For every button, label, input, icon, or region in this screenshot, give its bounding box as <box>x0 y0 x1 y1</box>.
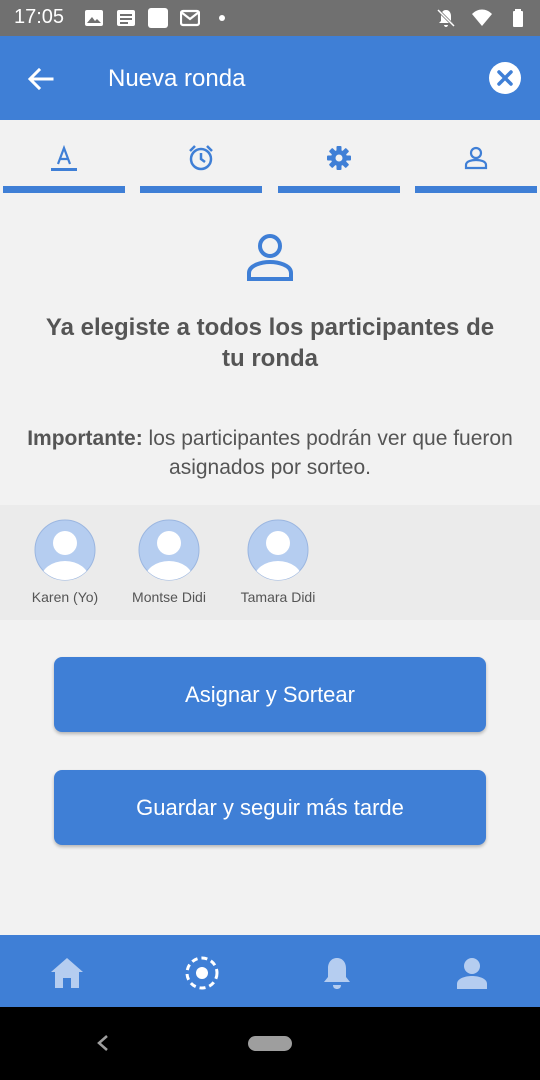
participant-name: Montse Didi <box>132 589 206 605</box>
close-circle-icon[interactable] <box>488 61 522 95</box>
wifi-icon <box>472 9 492 26</box>
tab-indicator <box>278 186 400 193</box>
assign-draw-button[interactable]: Asignar y Sortear <box>54 657 486 732</box>
headline: Ya elegiste a todos los participantes de… <box>45 314 495 372</box>
gear-icon <box>327 146 351 170</box>
status-time: 17:05 <box>14 6 65 28</box>
bell-off-icon <box>436 8 456 28</box>
system-back-icon[interactable] <box>94 1033 112 1053</box>
bottom-nav <box>0 935 540 1007</box>
participant-name: Karen (Yo) <box>31 589 99 605</box>
note-text: los participantes podrán ver que fueron … <box>142 427 513 479</box>
status-bar: 17:05 <box>0 0 540 36</box>
app-bar: Nueva ronda <box>0 36 540 120</box>
tab-name[interactable] <box>3 120 125 200</box>
battery-icon <box>513 9 523 27</box>
avatar <box>138 519 200 581</box>
dot-icon <box>219 15 225 21</box>
home-pill[interactable] <box>248 1036 292 1051</box>
system-nav-bar <box>0 1007 540 1080</box>
participant-item[interactable]: Karen (Yo) <box>10 519 120 605</box>
tab-indicator <box>3 186 125 193</box>
page-title: Nueva ronda <box>108 65 246 92</box>
participant-item[interactable]: Montse Didi <box>114 519 224 605</box>
news-icon <box>117 10 135 26</box>
square-icon <box>148 8 168 28</box>
arrow-left-icon[interactable] <box>26 64 56 94</box>
participant-item[interactable]: Tamara Didi <box>223 519 333 605</box>
tab-indicator <box>415 186 537 193</box>
step-tabs <box>0 120 540 200</box>
tab-indicator <box>140 186 262 193</box>
participant-name: Tamara Didi <box>240 589 316 605</box>
target-icon[interactable] <box>184 955 220 991</box>
note-strong: Importante: <box>27 427 143 450</box>
tab-schedule[interactable] <box>140 120 262 200</box>
person-icon <box>247 234 293 281</box>
avatar <box>34 519 96 581</box>
save-later-button[interactable]: Guardar y seguir más tarde <box>54 770 486 845</box>
avatar <box>247 519 309 581</box>
alarm-icon <box>189 145 213 171</box>
participants-list: Karen (Yo) Montse Didi Tamara Didi <box>0 505 540 620</box>
tab-participants[interactable] <box>415 120 537 200</box>
important-note: Importante: los participantes podrán ver… <box>20 424 520 482</box>
text-format-icon <box>51 144 77 171</box>
tab-settings[interactable] <box>278 120 400 200</box>
home-icon[interactable] <box>49 955 85 991</box>
bell-icon[interactable] <box>319 955 355 991</box>
image-icon <box>85 10 103 26</box>
profile-icon[interactable] <box>454 955 490 991</box>
person-icon <box>464 146 488 170</box>
gmail-icon <box>180 9 200 27</box>
